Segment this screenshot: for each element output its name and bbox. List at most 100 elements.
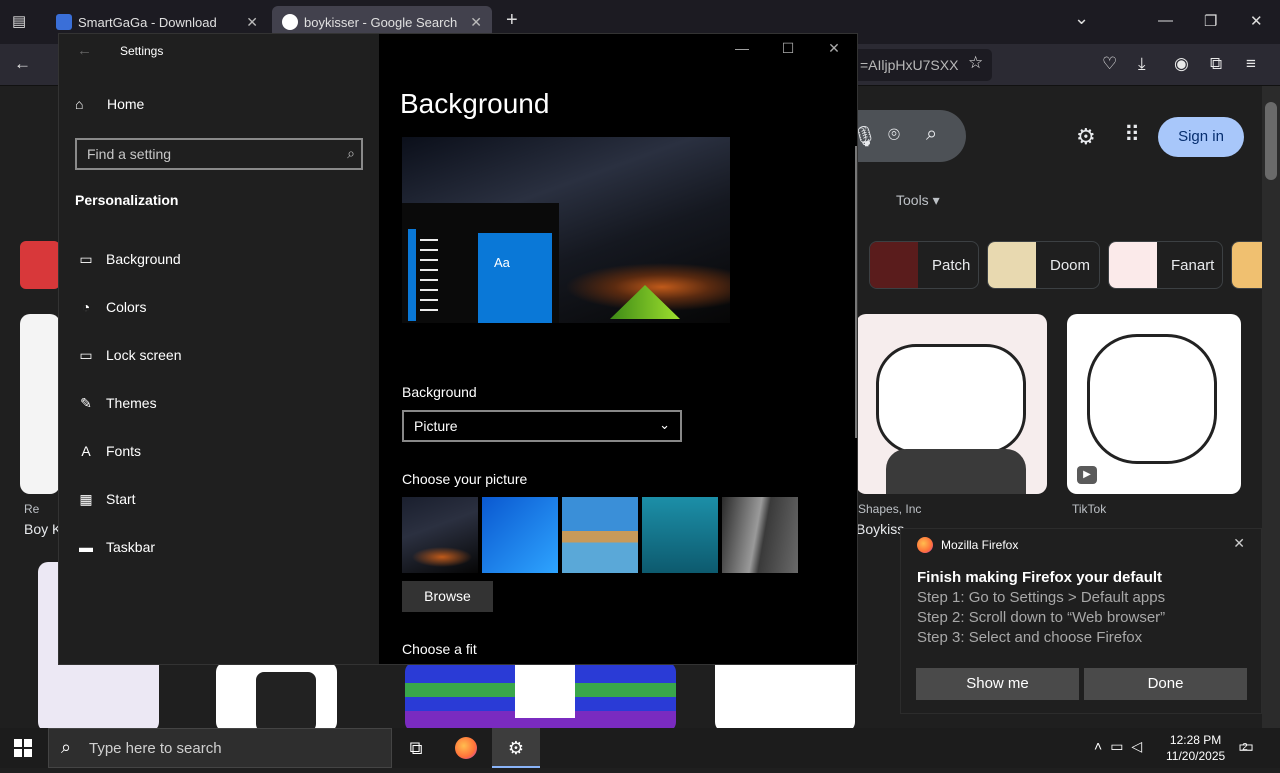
- preview-tent: [610, 285, 680, 319]
- nav-item-lock-screen[interactable]: ▭ Lock screen: [59, 335, 379, 375]
- google-favicon-icon: [282, 14, 298, 30]
- close-icon[interactable]: ✕: [811, 40, 857, 57]
- nav-item-themes[interactable]: ✎ Themes: [59, 383, 379, 423]
- image-title[interactable]: Boykiss: [856, 521, 904, 537]
- url-text: =AIljpHxU7SXX: [860, 57, 959, 73]
- taskbar-search-placeholder: Type here to search: [89, 740, 222, 757]
- extensions-icon[interactable]: ⧉: [1210, 54, 1222, 74]
- chip-partial[interactable]: [1231, 241, 1262, 289]
- image-result[interactable]: [20, 314, 60, 494]
- picture-thumb-milkyway[interactable]: [402, 497, 478, 573]
- chip-thumb: [1232, 242, 1262, 288]
- show-me-button[interactable]: Show me: [916, 668, 1079, 700]
- sign-in-button[interactable]: Sign in: [1158, 117, 1244, 157]
- search-box[interactable]: 🎙 ⌾ ⌕: [840, 110, 966, 162]
- find-setting-input[interactable]: Find a setting ⌕: [75, 138, 363, 170]
- image-result[interactable]: [216, 662, 337, 728]
- browser-restore-icon[interactable]: ❐: [1204, 12, 1217, 30]
- minimize-icon[interactable]: —: [719, 40, 765, 57]
- list-all-tabs-icon[interactable]: ⌄: [1074, 8, 1089, 29]
- image-source[interactable]: TikTok: [1072, 502, 1106, 516]
- browser-minimize-icon[interactable]: —: [1158, 12, 1173, 29]
- chip-fanart[interactable]: Fanart: [1108, 241, 1223, 289]
- volume-muted-icon[interactable]: ◁: [1131, 738, 1150, 754]
- menu-icon[interactable]: ≡: [1246, 54, 1256, 74]
- downloads-icon[interactable]: ⤓: [1138, 54, 1146, 74]
- picture-thumb-rock[interactable]: [722, 497, 798, 573]
- windows-start-icon[interactable]: [14, 739, 32, 757]
- taskbar-icon: ▬: [79, 539, 93, 555]
- action-center-icon[interactable]: ▭2: [1238, 737, 1260, 757]
- image-title[interactable]: Boy K: [24, 521, 61, 537]
- preview-app-list: [408, 229, 416, 321]
- nav-item-colors[interactable]: ◔ Colors: [59, 287, 379, 327]
- notification-step: Step 2: Scroll down to “Web browser”: [917, 609, 1166, 626]
- search-icon[interactable]: ⌕: [926, 123, 937, 146]
- chip-doom[interactable]: Doom: [987, 241, 1100, 289]
- apps-grid-icon[interactable]: ⠿: [1124, 122, 1140, 148]
- tools-button[interactable]: Tools ▾: [896, 192, 940, 209]
- section-title: Personalization: [75, 192, 179, 208]
- chip-thumb: [870, 242, 918, 288]
- preview-app-lines: [420, 231, 438, 319]
- settings-window-controls: — ☐ ✕: [719, 40, 857, 57]
- back-arrow-icon[interactable]: ←: [14, 54, 31, 74]
- settings-gear-icon[interactable]: ⚙: [1076, 124, 1096, 150]
- browse-button[interactable]: Browse: [402, 581, 493, 612]
- choose-fit-label: Choose a fit: [402, 641, 477, 657]
- close-icon[interactable]: ✕: [1233, 535, 1245, 552]
- nav-item-taskbar[interactable]: ▬ Taskbar: [59, 527, 379, 567]
- preview-start-menu: Aa: [402, 203, 559, 323]
- chip-thumb-left[interactable]: [20, 241, 60, 289]
- home-nav-item[interactable]: ⌂ Home: [75, 96, 144, 112]
- new-tab-icon[interactable]: +: [506, 9, 518, 32]
- browser-close-icon[interactable]: ✕: [1250, 12, 1263, 30]
- nav-item-background[interactable]: ▭ Background: [59, 239, 379, 279]
- palette-icon: ◔: [81, 299, 91, 315]
- account-icon[interactable]: ◉: [1174, 54, 1189, 74]
- taskbar-settings-icon[interactable]: ⚙: [492, 728, 540, 768]
- taskbar-firefox-icon[interactable]: [442, 728, 490, 768]
- taskbar-clock[interactable]: 12:28 PM 11/20/2025: [1166, 732, 1225, 764]
- lock-screen-icon: ▭: [79, 346, 93, 363]
- image-result[interactable]: ▶: [1067, 314, 1241, 494]
- system-tray[interactable]: ˄▭◁: [1094, 738, 1150, 755]
- tab-close-icon[interactable]: ✕: [470, 14, 482, 31]
- show-hidden-icons-icon[interactable]: ˄: [1094, 738, 1110, 754]
- done-button[interactable]: Done: [1084, 668, 1247, 700]
- scrollbar-thumb[interactable]: [1265, 102, 1277, 180]
- preview-tile-text: Aa: [494, 255, 510, 270]
- nav-item-start[interactable]: ▦ Start: [59, 479, 379, 519]
- picture-thumb-underwater[interactable]: [642, 497, 718, 573]
- nav-item-label: Lock screen: [106, 347, 182, 363]
- notification-count-badge: 2: [1242, 742, 1248, 753]
- nav-item-fonts[interactable]: A Fonts: [59, 431, 379, 471]
- bookmark-star-icon[interactable]: ☆: [968, 53, 983, 73]
- pocket-icon[interactable]: ♡: [1102, 54, 1117, 74]
- notification-header: Mozilla Firefox: [917, 537, 1018, 553]
- tab-close-icon[interactable]: ✕: [246, 14, 258, 31]
- picture-thumb-windows[interactable]: [482, 497, 558, 573]
- chip-label: Doom: [1050, 256, 1091, 274]
- image-result[interactable]: [856, 314, 1047, 494]
- network-icon[interactable]: ▭: [1110, 738, 1131, 754]
- background-icon: ▭: [79, 250, 93, 267]
- page-scrollbar[interactable]: [1262, 86, 1280, 728]
- settings-sidebar: ← Settings ⌂ Home Find a setting ⌕ Perso…: [59, 34, 379, 664]
- task-view-icon[interactable]: ⧉: [392, 728, 440, 768]
- lens-icon[interactable]: ⌾: [888, 124, 900, 147]
- image-source[interactable]: Shapes, Inc: [858, 502, 921, 516]
- illustration-cat: [1087, 334, 1217, 464]
- settings-scrollbar[interactable]: [855, 146, 857, 438]
- firefox-logo-icon: [455, 737, 477, 759]
- image-source[interactable]: Re: [24, 502, 39, 516]
- back-arrow-icon[interactable]: ←: [77, 42, 92, 59]
- chip-thumb: [988, 242, 1036, 288]
- maximize-icon[interactable]: ☐: [765, 40, 811, 57]
- chip-patch[interactable]: Patch: [869, 241, 979, 289]
- background-type-dropdown[interactable]: Picture ⌄: [402, 410, 682, 442]
- tab-list-icon[interactable]: ▤: [12, 12, 26, 30]
- picture-thumb-beach[interactable]: [562, 497, 638, 573]
- taskbar-search-input[interactable]: ⌕ Type here to search: [48, 728, 392, 768]
- image-result[interactable]: [405, 662, 676, 728]
